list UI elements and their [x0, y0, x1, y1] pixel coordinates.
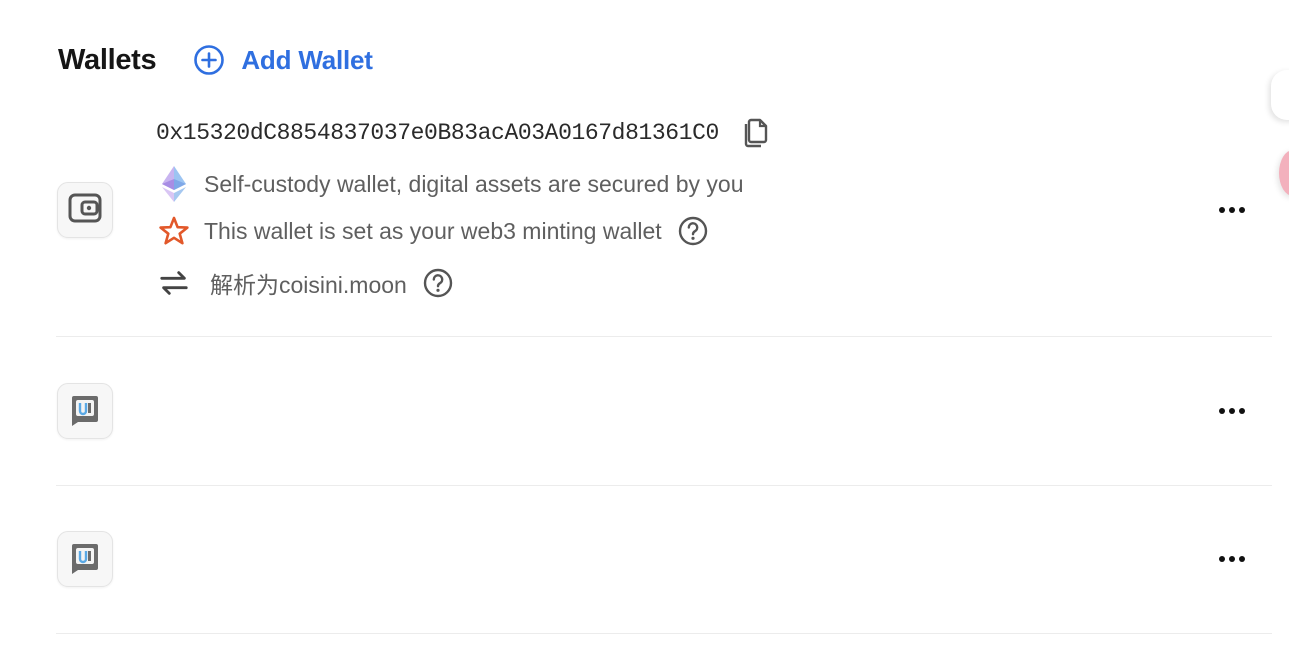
wallet-avatar — [57, 383, 113, 439]
floating-avatar-button[interactable] — [1279, 150, 1289, 196]
more-icon — [1219, 207, 1245, 213]
wallet-avatar — [57, 182, 113, 238]
wallet-type-line: Self-custody wallet, digital assets are … — [158, 166, 744, 202]
wallet-row: 0x15320dC8854837037e0B83acA03A0167d81361… — [56, 100, 1272, 337]
wallet-address: 0x15320dC8854837037e0B83acA03A0167d81361… — [156, 120, 719, 146]
wallet-avatar — [57, 531, 113, 587]
minting-wallet-text: This wallet is set as your web3 minting … — [204, 217, 662, 244]
minting-wallet-line: This wallet is set as your web3 minting … — [158, 216, 708, 246]
wallet-type-text: Self-custody wallet, digital assets are … — [204, 170, 744, 197]
wallet-row — [56, 486, 1272, 634]
resolve-line: 解析为coisini.moon — [158, 266, 453, 300]
help-icon[interactable] — [423, 268, 453, 298]
app-wallet-icon — [68, 392, 102, 431]
app-wallet-icon — [68, 540, 102, 579]
copy-icon[interactable] — [741, 118, 769, 148]
add-wallet-label: Add Wallet — [241, 44, 373, 75]
page-title: Wallets — [58, 43, 157, 76]
wallet-row — [56, 337, 1272, 486]
more-options-button[interactable] — [1212, 195, 1252, 225]
add-circle-icon — [193, 44, 225, 76]
wallets-header: Wallets Add Wallet — [58, 38, 373, 82]
more-options-button[interactable] — [1212, 396, 1252, 426]
address-line: 0x15320dC8854837037e0B83acA03A0167d81361… — [156, 118, 769, 148]
wallet-icon — [68, 193, 102, 228]
ethereum-icon — [158, 166, 190, 202]
more-icon — [1219, 408, 1245, 414]
resolve-text: 解析为coisini.moon — [210, 272, 407, 298]
star-icon — [158, 216, 190, 246]
help-icon[interactable] — [678, 216, 708, 246]
more-icon — [1219, 556, 1245, 562]
more-options-button[interactable] — [1212, 544, 1252, 574]
swap-arrows-icon — [158, 269, 190, 297]
floating-side-button[interactable] — [1271, 70, 1289, 120]
add-wallet-button[interactable]: Add Wallet — [193, 44, 373, 76]
